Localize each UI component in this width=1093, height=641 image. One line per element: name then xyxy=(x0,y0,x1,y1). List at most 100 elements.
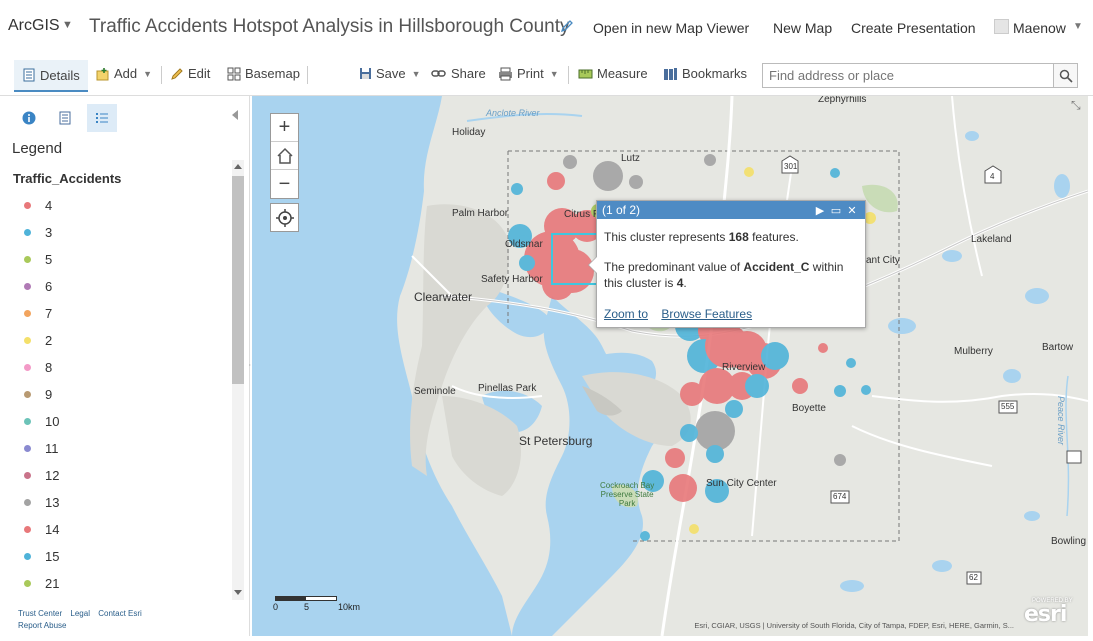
details-label: Details xyxy=(40,67,80,83)
edit-button[interactable]: Edit xyxy=(171,66,210,81)
next-feature-icon[interactable]: ▶ xyxy=(812,204,828,217)
legend-label: 6 xyxy=(45,279,53,294)
save-icon xyxy=(360,68,371,79)
legend-item: 10 xyxy=(6,412,226,432)
edit-title-icon[interactable] xyxy=(560,19,574,38)
sidebar-footer: Trust Center Legal Contact Esri Report A… xyxy=(18,608,238,632)
popup-text: The predominant value of xyxy=(604,260,744,274)
toolbar: Details Add ▼ Edit Basemap Save ▼ Share Pr… xyxy=(0,56,1093,96)
print-chevron-down-icon: ▼ xyxy=(549,68,559,79)
legend-item: 5 xyxy=(6,250,226,270)
details-button[interactable]: Details xyxy=(14,60,88,92)
legend-label: 5 xyxy=(45,252,53,267)
label-pinellas-park: Pinellas Park xyxy=(478,383,537,394)
legend-swatch xyxy=(24,202,31,209)
field-name: Accident_C xyxy=(743,260,810,274)
scale-label-5: 5 xyxy=(304,602,310,612)
bookmarks-label: Bookmarks xyxy=(682,66,748,81)
label-anclote-river: Anclote River xyxy=(486,108,540,118)
label-safety-harbor: Safety Harbor xyxy=(481,274,543,285)
legend-item: 7 xyxy=(6,304,226,324)
measure-ruler-icon xyxy=(578,69,593,78)
label-lutz: Lutz xyxy=(621,153,640,164)
popup-line-1: This cluster represents 168 features. xyxy=(604,229,858,245)
brand-logo[interactable]: ArcGIS xyxy=(8,17,60,35)
popup-header: (1 of 2) ▶ ▭ ✕ xyxy=(597,201,865,219)
maximize-icon[interactable]: ▭ xyxy=(828,204,844,217)
printer-icon xyxy=(499,67,512,80)
bookmarks-button[interactable]: Bookmarks xyxy=(663,66,747,81)
legend-swatch xyxy=(24,391,31,398)
legend-swatch xyxy=(24,526,31,533)
map-view[interactable]: Zephyrhills Holiday Anclote River Lutz P… xyxy=(252,96,1088,636)
legend-swatch xyxy=(24,310,31,317)
edit-label: Edit xyxy=(188,66,211,81)
legend-label: 21 xyxy=(45,576,60,591)
scale-bar-graphic xyxy=(275,596,337,601)
legend-label: 12 xyxy=(45,468,60,483)
legal-link[interactable]: Legal xyxy=(70,609,90,618)
legend-item: 6 xyxy=(6,277,226,297)
scroll-up-icon[interactable] xyxy=(234,164,242,169)
add-button[interactable]: Add ▼ xyxy=(96,66,152,81)
search-button[interactable] xyxy=(1053,63,1078,88)
brand-dropdown-icon[interactable]: ▼ xyxy=(62,19,73,31)
basemap-graphic xyxy=(252,96,1088,636)
locate-button[interactable] xyxy=(270,203,299,232)
close-icon[interactable]: ✕ xyxy=(844,204,860,217)
measure-button[interactable]: Measure xyxy=(578,66,648,81)
scale-label-10km: 10km xyxy=(338,602,361,612)
toolbar-divider xyxy=(161,66,162,84)
legend-swatch xyxy=(24,472,31,479)
tab-content[interactable] xyxy=(50,104,80,132)
esri-logo[interactable]: esri xyxy=(1024,602,1067,627)
zoom-to-link[interactable]: Zoom to xyxy=(604,307,648,321)
share-label: Share xyxy=(451,66,486,81)
contact-esri-link[interactable]: Contact Esri xyxy=(98,609,142,618)
user-menu-chevron-icon[interactable]: ▼ xyxy=(1073,21,1083,32)
label-peace-river: Peace River xyxy=(1056,396,1066,446)
tab-about[interactable] xyxy=(14,104,44,132)
toolbar-divider xyxy=(568,66,569,84)
print-button[interactable]: Print ▼ xyxy=(498,66,559,81)
user-avatar[interactable] xyxy=(994,19,1009,34)
legend-item: 11 xyxy=(6,439,226,459)
legend-scrollbar-thumb[interactable] xyxy=(232,176,244,384)
search-input[interactable] xyxy=(762,63,1054,88)
create-presentation-link[interactable]: Create Presentation xyxy=(851,20,976,36)
legend-item: 13 xyxy=(6,493,226,513)
zoom-in-button[interactable]: + xyxy=(271,114,298,142)
zoom-out-button[interactable]: − xyxy=(271,170,298,198)
trust-center-link[interactable]: Trust Center xyxy=(18,609,62,618)
expand-map-icon[interactable]: ⤡ xyxy=(1071,98,1081,113)
top-header: ArcGIS ▼ Traffic Accidents Hotspot Analy… xyxy=(0,0,1093,56)
legend-label: 2 xyxy=(45,333,53,348)
user-name[interactable]: Maenow xyxy=(1013,20,1066,36)
legend-swatch xyxy=(24,580,31,587)
home-icon xyxy=(276,147,293,164)
tab-legend[interactable] xyxy=(87,104,117,132)
basemap-grid-icon xyxy=(227,67,241,80)
popup-actions: Zoom to Browse Features xyxy=(604,307,762,321)
legend-label: 4 xyxy=(45,198,53,213)
legend-swatch xyxy=(24,283,31,290)
scale-label-0: 0 xyxy=(273,602,279,612)
label-bowling-green: Bowling xyxy=(1051,536,1087,547)
add-icon xyxy=(96,67,109,80)
sidebar: Legend Traffic_Accidents 4 3 5 6 7 2 8 9 10 11 12 1… xyxy=(6,96,250,636)
report-abuse-link[interactable]: Report Abuse xyxy=(18,621,66,630)
layer-name: Traffic_Accidents xyxy=(13,171,122,186)
new-map-link[interactable]: New Map xyxy=(773,20,832,36)
share-button[interactable]: Share xyxy=(431,66,486,81)
legend-item: 4 xyxy=(6,196,226,216)
collapse-panel-icon[interactable] xyxy=(232,110,238,120)
basemap-button[interactable]: Basemap xyxy=(227,66,300,81)
label-route-4: 4 xyxy=(990,172,995,181)
scroll-down-icon[interactable] xyxy=(234,590,242,595)
save-button[interactable]: Save ▼ xyxy=(359,66,421,81)
open-new-map-viewer-link[interactable]: Open in new Map Viewer xyxy=(593,20,749,36)
label-holiday: Holiday xyxy=(452,127,486,138)
browse-features-link[interactable]: Browse Features xyxy=(661,307,752,321)
home-button[interactable] xyxy=(271,142,298,170)
popup-text: . xyxy=(683,276,687,290)
